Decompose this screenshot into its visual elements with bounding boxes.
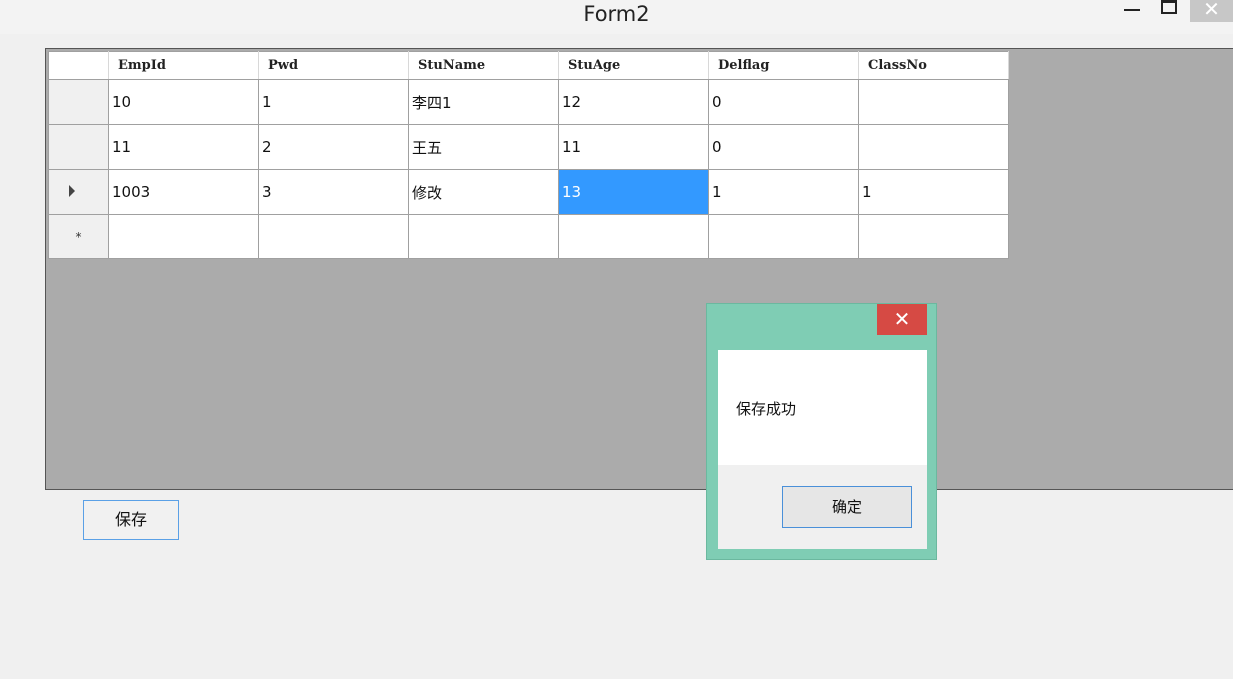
table-cell[interactable] [858,124,1009,170]
table-cell[interactable] [408,214,559,259]
close-button[interactable]: ✕ [1190,0,1233,22]
column-header-delflag[interactable]: Delflag [708,51,859,80]
table-row-current: 1003 3 修改 13 1 1 [48,169,1009,215]
current-row-pointer-icon [68,184,75,197]
table-cell[interactable]: 2 [258,124,409,170]
table-cell[interactable]: 0 [708,79,859,125]
minimize-button[interactable] [1115,0,1149,22]
minimize-icon [1124,9,1140,11]
table-cell[interactable]: 3 [258,169,409,215]
table-cell[interactable]: 10 [108,79,259,125]
table-cell[interactable]: 1 [258,79,409,125]
table-cell[interactable]: 1 [708,169,859,215]
table-row: 10 1 李四1 12 0 [48,79,1009,125]
new-row: * [48,214,1009,259]
table-cell[interactable]: 1 [858,169,1009,215]
table-cell[interactable] [708,214,859,259]
row-header[interactable] [48,124,109,170]
table-cell[interactable] [108,214,259,259]
close-icon: ✕ [1203,0,1220,21]
column-header-empid[interactable]: EmpId [108,51,259,80]
message-box-body: 保存成功 [718,350,927,465]
column-header-classno[interactable]: ClassNo [858,51,1009,80]
maximize-icon [1161,0,1177,14]
table-row: 11 2 王五 11 0 [48,124,1009,170]
maximize-button[interactable] [1152,0,1186,22]
table-cell[interactable] [858,79,1009,125]
grid-table: EmpId Pwd StuName StuAge Delflag ClassNo… [48,51,1009,259]
table-cell[interactable]: 0 [708,124,859,170]
table-cell[interactable]: 12 [558,79,709,125]
table-cell[interactable]: 11 [558,124,709,170]
table-cell[interactable] [858,214,1009,259]
column-header-stuage[interactable]: StuAge [558,51,709,80]
message-box-footer: 确定 [718,465,927,549]
message-text: 保存成功 [736,400,797,418]
table-cell[interactable]: 王五 [408,124,559,170]
message-box: ✕ 保存成功 确定 [706,303,937,560]
save-button[interactable]: 保存 [83,500,179,540]
table-cell[interactable] [258,214,409,259]
ok-button[interactable]: 确定 [782,486,912,528]
data-grid[interactable]: EmpId Pwd StuName StuAge Delflag ClassNo… [45,48,1233,490]
table-cell[interactable]: 修改 [408,169,559,215]
selected-cell[interactable]: 13 [558,169,709,215]
title-bar: Form2 ✕ [0,0,1233,34]
row-header[interactable] [48,79,109,125]
table-cell[interactable]: 李四1 [408,79,559,125]
window-title: Form2 [583,2,650,26]
column-header-pwd[interactable]: Pwd [258,51,409,80]
close-icon: ✕ [893,307,911,331]
new-row-header[interactable]: * [48,214,109,259]
row-header-current[interactable] [48,169,109,215]
table-cell[interactable]: 1003 [108,169,259,215]
table-cell[interactable] [558,214,709,259]
corner-header[interactable] [48,51,109,80]
message-box-close-button[interactable]: ✕ [877,304,927,335]
column-header-stuname[interactable]: StuName [408,51,559,80]
header-row: EmpId Pwd StuName StuAge Delflag ClassNo [48,51,1009,80]
table-cell[interactable]: 11 [108,124,259,170]
